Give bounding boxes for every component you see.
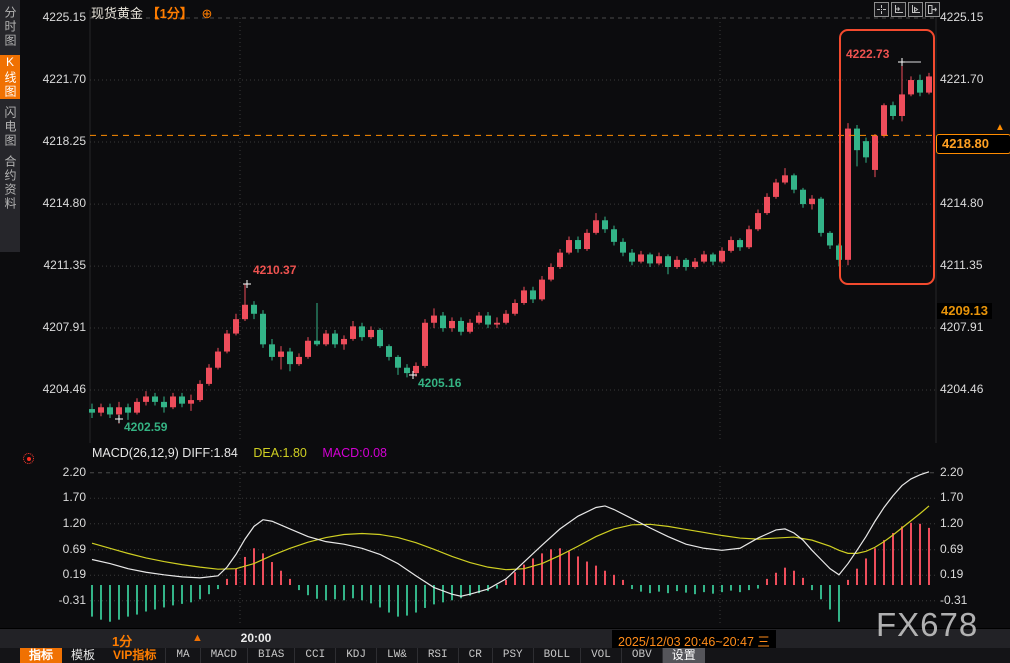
- indicator-tab-ma[interactable]: MA: [165, 648, 199, 663]
- macd-axis-label: 2.20: [18, 465, 86, 479]
- indicator-tab-macd[interactable]: MACD: [200, 648, 247, 663]
- macd-axis-label: -0.31: [940, 593, 1010, 607]
- alert-icon[interactable]: [23, 453, 34, 464]
- watermark: FX678: [876, 606, 978, 644]
- sidebar: 分时图 K线图闪电图合约资料: [0, 0, 20, 663]
- price-annotation: 4205.16: [418, 376, 461, 390]
- axis-range-icon[interactable]: [891, 2, 906, 17]
- price-axis-label: 4207.91: [940, 320, 1010, 334]
- reference-price-label: 4209.13: [937, 303, 992, 319]
- indicator-tab-vol[interactable]: VOL: [580, 648, 621, 663]
- indicator-tab-模板[interactable]: 模板: [62, 648, 104, 663]
- exit-pane-icon[interactable]: [925, 2, 940, 17]
- indicator-toolbar: 指标模板VIP指标MAMACDBIASCCIKDJLW&RSICRPSYBOLL…: [0, 648, 1010, 663]
- indicator-tab-kdj[interactable]: KDJ: [335, 648, 376, 663]
- candlestick-chart[interactable]: [0, 0, 1010, 663]
- price-annotation: 4222.73: [846, 47, 889, 61]
- price-axis-label: 4218.25: [18, 134, 86, 148]
- macd-dea-value: DEA:1.80: [253, 446, 307, 460]
- price-axis-label: 4204.46: [940, 382, 1010, 396]
- trading-app-window: 分时图 K线图闪电图合约资料 现货黄金 【1分】 ⊕ 4225.15 4221.70…: [0, 0, 1010, 663]
- price-axis-label: 4211.35: [18, 258, 86, 272]
- price-annotation: 4202.59: [124, 420, 167, 434]
- time-axis-row: 1分 ▲ 20:00 2025/12/03 20:46~20:47 三: [0, 628, 1010, 648]
- macd-axis-label: 0.19: [940, 567, 1010, 581]
- macd-hist-value: MACD:0.08: [322, 446, 387, 460]
- sidebar-item-view[interactable]: 分时图: [0, 6, 20, 48]
- price-axis-label: 4207.91: [18, 320, 86, 334]
- indicator-tab-boll[interactable]: BOLL: [533, 648, 580, 663]
- indicator-tab-cci[interactable]: CCI: [294, 648, 335, 663]
- sidebar-item-kline-active[interactable]: K线图: [0, 55, 20, 99]
- price-axis-label: 4204.46: [18, 382, 86, 396]
- macd-header: MACD(26,12,9) DIFF:1.84 DEA:1.80 MACD:0.…: [92, 446, 387, 460]
- macd-axis-label: 1.70: [18, 490, 86, 504]
- macd-axis-label: 0.19: [18, 567, 86, 581]
- price-axis-label: 4211.35: [940, 258, 1010, 272]
- time-tick-label: 20:00: [233, 631, 279, 645]
- period-tag: 【1分】: [147, 6, 193, 21]
- chart-title: 现货黄金 【1分】 ⊕: [91, 3, 212, 22]
- price-alert-arrow-icon[interactable]: ▲: [995, 122, 1005, 133]
- price-annotation: 4210.37: [253, 263, 296, 277]
- macd-axis-label: 2.20: [940, 465, 1010, 479]
- indicator-tab-指标[interactable]: 指标: [20, 648, 62, 663]
- price-axis-label: 4214.80: [940, 196, 1010, 210]
- price-axis-label: 4225.15: [18, 10, 86, 24]
- indicator-tab-cr[interactable]: CR: [458, 648, 492, 663]
- indicator-tab-obv[interactable]: OBV: [621, 648, 662, 663]
- sidebar-item-view[interactable]: 闪电图: [0, 106, 20, 148]
- price-axis-label: 4221.70: [18, 72, 86, 86]
- symbol-name: 现货黄金: [91, 6, 143, 21]
- macd-axis-label: 0.69: [18, 542, 86, 556]
- price-axis-label: 4214.80: [18, 196, 86, 210]
- crosshair-icon[interactable]: [874, 2, 889, 17]
- macd-axis-label: 1.20: [18, 516, 86, 530]
- period-dropdown-icon[interactable]: ▲: [192, 632, 203, 644]
- indicator-tab-vip指标[interactable]: VIP指标: [104, 648, 165, 663]
- price-axis-label: 4221.70: [940, 72, 1010, 86]
- indicator-tab-lw&[interactable]: LW&: [376, 648, 417, 663]
- macd-axis-label: -0.31: [18, 593, 86, 607]
- price-axis-label: 4225.15: [940, 10, 1010, 24]
- indicator-tab-设置[interactable]: 设置: [662, 648, 705, 663]
- indicator-tab-bias[interactable]: BIAS: [247, 648, 294, 663]
- macd-axis-label: 1.20: [940, 516, 1010, 530]
- sidebar-item-view[interactable]: 合约资料: [0, 155, 20, 211]
- indicator-tab-psy[interactable]: PSY: [492, 648, 533, 663]
- indicator-tab-rsi[interactable]: RSI: [417, 648, 458, 663]
- chart-toolbar: [874, 2, 940, 17]
- macd-axis-label: 1.70: [940, 490, 1010, 504]
- last-price-label: 4218.80: [936, 134, 1010, 154]
- macd-axis-label: 0.69: [940, 542, 1010, 556]
- macd-params-diff: MACD(26,12,9) DIFF:1.84: [92, 446, 238, 460]
- circle-plus-icon[interactable]: ⊕: [202, 6, 213, 21]
- sidebar-tabs: 分时图 K线图闪电图合约资料: [0, 0, 20, 252]
- axis-play-icon[interactable]: [908, 2, 923, 17]
